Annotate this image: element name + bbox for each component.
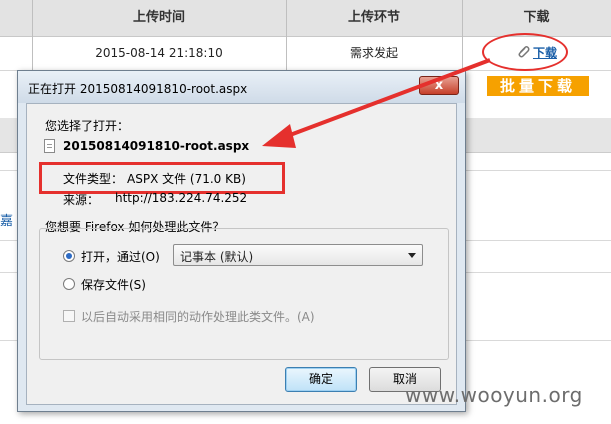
annotation-arrows bbox=[262, 58, 491, 148]
annotation-arrow-line bbox=[281, 58, 491, 140]
watermark: www.wooyun.org bbox=[405, 383, 583, 407]
annotation-arrow-head bbox=[262, 124, 296, 148]
